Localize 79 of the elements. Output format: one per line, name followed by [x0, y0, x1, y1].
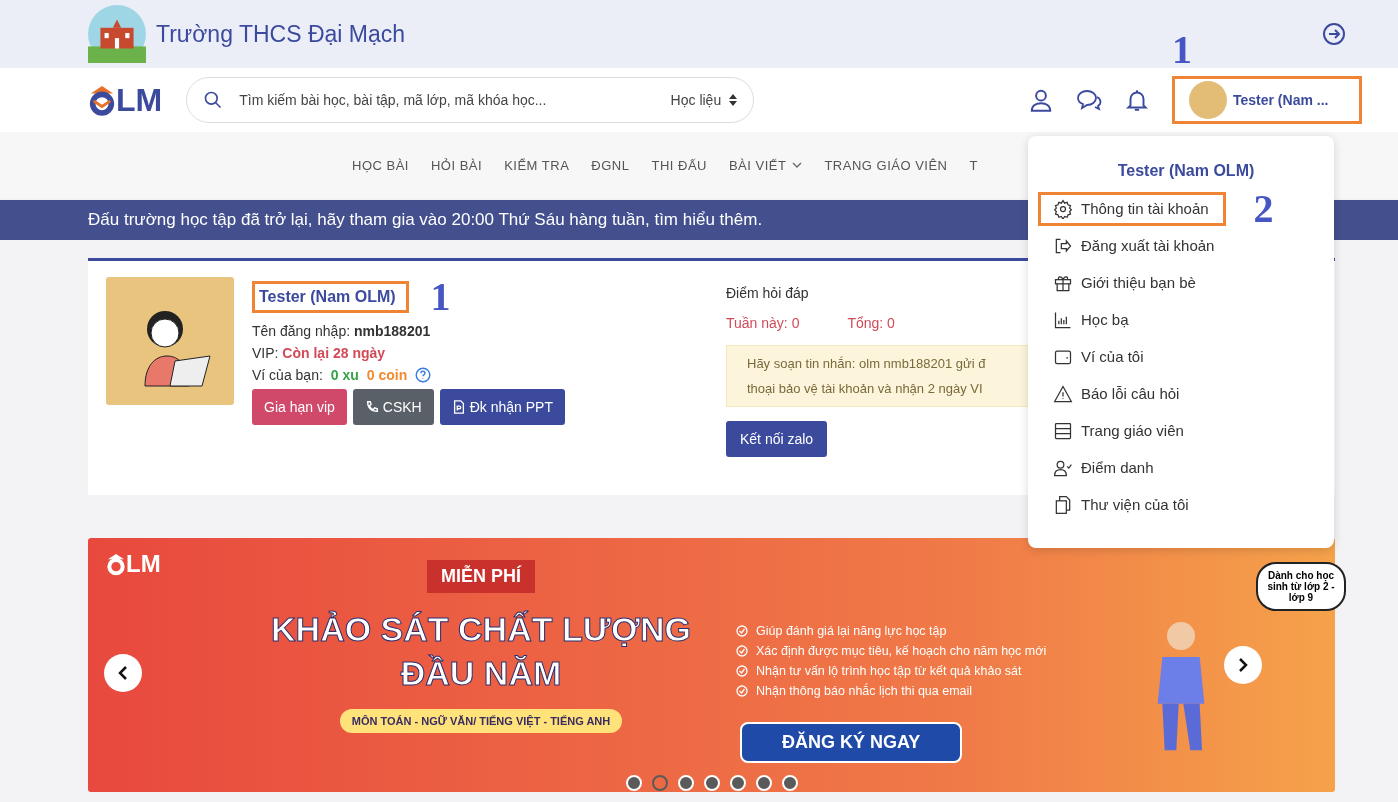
user-icon[interactable] — [1028, 87, 1054, 113]
login-info: Tên đăng nhập: nmb188201 — [252, 323, 432, 339]
menu-item[interactable]: Thư viện của tôi — [1038, 487, 1206, 522]
menu-user-name: Tester (Nam OLM) — [1117, 162, 1255, 180]
week-score: Tuần này: 0 — [726, 315, 800, 331]
announcement-text[interactable]: Đấu trường học tập đã trở lại, hãy tham gia vào 20:00 Thứ Sáu hàng tuần, tìm hiểu thêm. — [88, 210, 763, 230]
benefit-text: Nhận thông báo nhắc lịch thi qua email — [756, 684, 973, 698]
action-button[interactable]: Đk nhận PPT — [439, 389, 565, 425]
copy-icon — [1053, 494, 1073, 515]
wallet-label: Ví của bạn: — [252, 367, 323, 383]
arrow-right-circle-icon[interactable] — [1322, 22, 1346, 46]
logo-mark-icon — [88, 84, 116, 116]
nav-link[interactable]: HỌC BÀI — [352, 157, 409, 173]
vip-info: VIP: Còn lại 28 ngày — [252, 345, 387, 361]
annotation-number: 1 — [1172, 30, 1192, 70]
sort-icon — [729, 94, 738, 106]
menu-item[interactable]: Học bạ — [1038, 302, 1146, 337]
notice-text: Hãy soạn tin nhắn: olm nmb188201 gửi đ — [747, 356, 987, 371]
nav-link[interactable]: BÀI VIẾT — [728, 157, 803, 173]
coin-balance: 0 coin — [366, 367, 408, 383]
check-icon — [736, 625, 748, 637]
nav-link[interactable]: HỎI BÀI — [430, 157, 483, 173]
notice-text: thoại bảo vệ tài khoản và nhận 2 ngày VI — [747, 381, 984, 396]
action-button[interactable]: CSKH — [352, 389, 434, 425]
menu-item[interactable]: Ví của tôi — [1038, 339, 1161, 374]
settings-icon — [1053, 198, 1073, 219]
free-tag: MIỄN PHÍ — [427, 560, 535, 593]
bell-icon[interactable] — [1124, 87, 1150, 113]
menu-item[interactable]: Giới thiệu bạn bè — [1038, 265, 1213, 300]
zalo-button[interactable]: Kết nối zalo — [726, 421, 828, 457]
avatar-icon — [1189, 81, 1227, 119]
carousel-next-button[interactable] — [1224, 646, 1262, 684]
logo-text: LM — [116, 81, 163, 119]
annotation-number: 1 — [430, 277, 451, 317]
benefit-text: Giúp đánh giá lại năng lực học tập — [756, 624, 947, 638]
carousel-dot[interactable] — [652, 775, 668, 791]
user-menu-button[interactable]: Tester (Nam ... — [1172, 76, 1362, 124]
menu-item[interactable]: Thông tin tài khoản — [1038, 191, 1226, 226]
chevron-down-icon — [792, 162, 803, 168]
menu-item[interactable]: Điểm danh — [1038, 450, 1171, 485]
search-icon — [203, 90, 224, 110]
help-icon[interactable] — [415, 367, 432, 383]
banner-title: ĐẦU NĂM — [400, 653, 562, 695]
nav-link[interactable]: T — [969, 157, 978, 173]
qa-title: Điểm hỏi đáp — [726, 285, 810, 301]
logo-mark-icon — [106, 552, 126, 576]
menu-item[interactable]: Báo lỗi câu hỏi — [1038, 376, 1197, 411]
carousel-prev-button[interactable] — [104, 654, 142, 692]
benefit-text: Xác định được mục tiêu, kế hoạch cho năm học mới — [756, 644, 1047, 658]
total-score: Tổng: 0 — [847, 315, 895, 331]
banner-logo-text: LM — [126, 550, 161, 578]
check-icon — [736, 645, 748, 657]
nav-link[interactable]: THI ĐẤU — [651, 157, 707, 173]
check-icon — [736, 665, 748, 677]
server-icon — [1053, 420, 1073, 441]
nav-link[interactable]: TRANG GIÁO VIÊN — [824, 157, 948, 173]
profile-name[interactable]: Tester (Nam OLM) — [252, 281, 409, 313]
subjects-label: MÔN TOÁN - NGỮ VĂN/ TIẾNG VIỆT - TIẾNG ANH — [339, 709, 623, 734]
menu-item[interactable]: Trang giáo viên — [1038, 413, 1201, 448]
xu-balance: 0 xu — [330, 367, 359, 383]
menu-item[interactable]: Đăng xuất tài khoản — [1038, 228, 1232, 263]
chevron-left-icon — [118, 665, 128, 681]
school-logo-icon — [88, 5, 146, 63]
filter-select[interactable]: Học liệu — [670, 92, 722, 108]
chevron-right-icon — [1238, 657, 1248, 673]
action-button[interactable]: Gia hạn vip — [252, 389, 347, 425]
chat-icon[interactable] — [1076, 87, 1102, 113]
nav-link[interactable]: ĐGNL — [591, 157, 630, 173]
benefit-text: Nhận tư vấn lộ trình học tập từ kết quả khảo sát — [756, 664, 1022, 678]
file-icon — [451, 400, 466, 414]
check-icon — [736, 685, 748, 697]
annotation-number: 2 — [1253, 188, 1274, 229]
school-name: Trường THCS Đại Mạch — [156, 20, 406, 48]
register-button[interactable]: ĐĂNG KÝ NGAY — [740, 722, 963, 763]
phone-icon — [364, 400, 379, 414]
warning-icon — [1053, 383, 1073, 404]
banner-title: KHẢO SÁT CHẤT LƯỢNG — [271, 609, 691, 650]
audience-badge: Dành cho học sinh từ lớp 2 - lớp 9 — [1256, 562, 1346, 611]
nav-link[interactable]: KIỂM TRA — [504, 157, 570, 173]
